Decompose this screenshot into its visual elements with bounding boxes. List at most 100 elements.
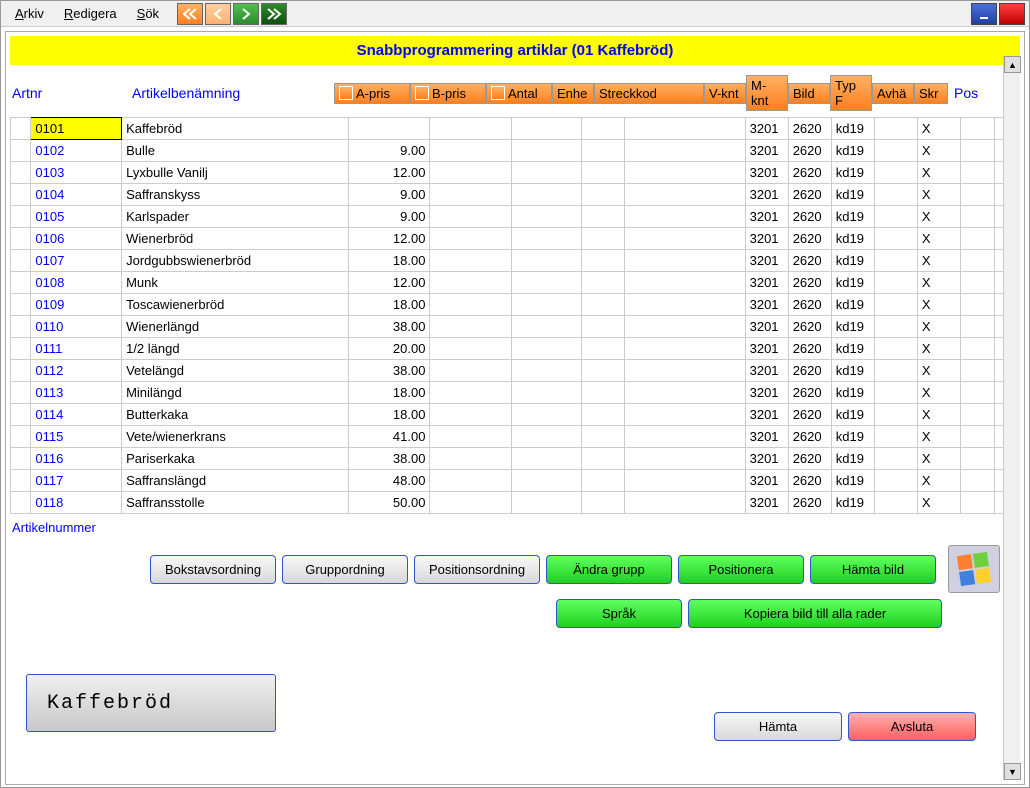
cell-apris[interactable]: 9.00 [348,206,430,228]
cell-vknt[interactable]: 3201 [745,294,788,316]
cell-streck[interactable] [625,294,745,316]
cell-apris[interactable]: 18.00 [348,250,430,272]
cell-art[interactable]: 0105 [31,206,122,228]
cell-name[interactable]: Wienerbröd [122,228,349,250]
cell-typf[interactable] [874,360,917,382]
table-row[interactable]: 01111/2 längd20.0032012620kd19X [11,338,1020,360]
cell-mknt[interactable]: 2620 [788,184,831,206]
header-avha[interactable]: Avhä [872,83,914,104]
cell-streck[interactable] [625,184,745,206]
cell-antal[interactable] [512,338,582,360]
hamta-button[interactable]: Hämta [714,712,842,741]
cell-enh[interactable] [582,470,625,492]
cell-name[interactable]: Vetelängd [122,360,349,382]
cell-antal[interactable] [512,162,582,184]
cell-mknt[interactable]: 2620 [788,250,831,272]
cell-exp[interactable] [11,162,31,184]
cell-avha[interactable]: X [917,140,960,162]
cell-mknt[interactable]: 2620 [788,492,831,514]
nav-last-icon[interactable] [261,3,287,25]
cell-bpris[interactable] [430,206,512,228]
cell-skr[interactable] [961,404,995,426]
cell-apris[interactable]: 12.00 [348,162,430,184]
table-row[interactable]: 0114Butterkaka18.0032012620kd19X [11,404,1020,426]
cell-bild[interactable]: kd19 [831,470,874,492]
cell-apris[interactable]: 48.00 [348,470,430,492]
cell-vknt[interactable]: 3201 [745,382,788,404]
cell-apris[interactable]: 9.00 [348,140,430,162]
cell-bpris[interactable] [430,140,512,162]
cell-apris[interactable] [348,118,430,140]
cell-typf[interactable] [874,250,917,272]
cell-mknt[interactable]: 2620 [788,448,831,470]
sprak-button[interactable]: Språk [556,599,682,628]
cell-streck[interactable] [625,382,745,404]
cell-typf[interactable] [874,382,917,404]
cell-vknt[interactable]: 3201 [745,448,788,470]
cell-bild[interactable]: kd19 [831,140,874,162]
cell-exp[interactable] [11,448,31,470]
bokstavsordning-button[interactable]: Bokstavsordning [150,555,276,584]
cell-skr[interactable] [961,250,995,272]
cell-bpris[interactable] [430,404,512,426]
cell-bpris[interactable] [430,294,512,316]
header-bild[interactable]: Bild [788,83,830,104]
cell-art[interactable]: 0104 [31,184,122,206]
cell-mknt[interactable]: 2620 [788,294,831,316]
table-row[interactable]: 0101Kaffebröd32012620kd19X [11,118,1020,140]
cell-skr[interactable] [961,162,995,184]
cell-enh[interactable] [582,206,625,228]
cell-name[interactable]: Bulle [122,140,349,162]
cell-art[interactable]: 0112 [31,360,122,382]
cell-exp[interactable] [11,250,31,272]
minimize-button[interactable] [971,3,997,25]
cell-avha[interactable]: X [917,294,960,316]
cell-streck[interactable] [625,272,745,294]
cell-apris[interactable]: 12.00 [348,228,430,250]
cell-streck[interactable] [625,140,745,162]
cell-antal[interactable] [512,448,582,470]
cell-skr[interactable] [961,338,995,360]
cell-bild[interactable]: kd19 [831,206,874,228]
cell-name[interactable]: 1/2 längd [122,338,349,360]
cell-mknt[interactable]: 2620 [788,316,831,338]
header-streckkod[interactable]: Streckkod [594,83,704,104]
cell-skr[interactable] [961,470,995,492]
table-row[interactable]: 0117Saffranslängd48.0032012620kd19X [11,470,1020,492]
cell-apris[interactable]: 18.00 [348,294,430,316]
cell-vknt[interactable]: 3201 [745,162,788,184]
cell-enh[interactable] [582,228,625,250]
windows-logo-button[interactable] [948,545,1000,593]
cell-apris[interactable]: 38.00 [348,316,430,338]
cell-skr[interactable] [961,228,995,250]
cell-mknt[interactable]: 2620 [788,140,831,162]
cell-bild[interactable]: kd19 [831,316,874,338]
cell-enh[interactable] [582,140,625,162]
header-bpris[interactable]: B-pris [410,83,486,104]
cell-typf[interactable] [874,294,917,316]
cell-bpris[interactable] [430,228,512,250]
cell-streck[interactable] [625,426,745,448]
cell-enh[interactable] [582,448,625,470]
cell-apris[interactable]: 9.00 [348,184,430,206]
cell-apris[interactable]: 38.00 [348,448,430,470]
cell-skr[interactable] [961,118,995,140]
cell-bpris[interactable] [430,426,512,448]
cell-art[interactable]: 0101 [31,118,122,140]
table-row[interactable]: 0109Toscawienerbröd18.0032012620kd19X [11,294,1020,316]
cell-bpris[interactable] [430,470,512,492]
cell-streck[interactable] [625,470,745,492]
cell-mknt[interactable]: 2620 [788,382,831,404]
cell-vknt[interactable]: 3201 [745,492,788,514]
cell-bild[interactable]: kd19 [831,228,874,250]
cell-art[interactable]: 0116 [31,448,122,470]
cell-art[interactable]: 0107 [31,250,122,272]
cell-antal[interactable] [512,316,582,338]
cell-bpris[interactable] [430,162,512,184]
table-row[interactable]: 0115Vete/wienerkrans41.0032012620kd19X [11,426,1020,448]
table-row[interactable]: 0110Wienerlängd38.0032012620kd19X [11,316,1020,338]
table-row[interactable]: 0103Lyxbulle Vanilj12.0032012620kd19X [11,162,1020,184]
positionsordning-button[interactable]: Positionsordning [414,555,540,584]
cell-skr[interactable] [961,294,995,316]
cell-streck[interactable] [625,404,745,426]
